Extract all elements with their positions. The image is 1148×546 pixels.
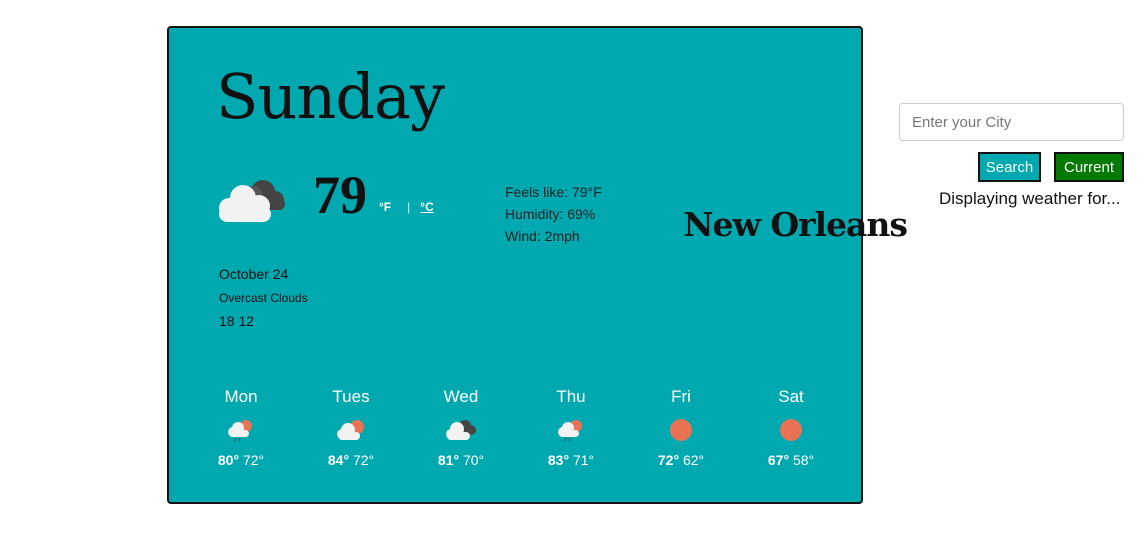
temperature-range: 18 12	[219, 313, 255, 329]
forecast-day-name: Fri	[671, 387, 691, 406]
weather-details: Feels like: 79°F Humidity: 69% Wind: 2mp…	[505, 181, 602, 247]
current-location-button[interactable]: Current	[1054, 152, 1124, 182]
forecast-low: 72°	[242, 452, 265, 468]
overcast-clouds-icon	[446, 420, 476, 440]
partly-cloudy-icon	[337, 420, 364, 440]
forecast-high: 81°	[437, 452, 460, 468]
forecast-day-name: Wed	[443, 387, 479, 406]
forecast-temps: 72° 62°	[626, 452, 736, 468]
forecast-day-name: Sat	[778, 387, 804, 406]
forecast-low: 71°	[572, 452, 595, 468]
forecast-high: 80°	[217, 452, 240, 468]
forecast-high: 83°	[547, 452, 570, 468]
sun-icon	[670, 419, 692, 441]
celsius-link[interactable]: °C	[420, 200, 433, 214]
unit-toggle: °F | °C	[379, 200, 434, 214]
forecast-high: 67°	[767, 452, 790, 468]
weather-card: Sunday 79 °F | °C Feels like: 79°F Humidit…	[167, 26, 863, 504]
forecast-temps: 80° 72°	[186, 452, 296, 468]
current-temperature: 79	[313, 165, 367, 225]
forecast-high: 72°	[657, 452, 680, 468]
forecast-low: 70°	[462, 452, 485, 468]
forecast-day: Fri 72° 62°	[626, 386, 736, 468]
sun-icon	[780, 419, 802, 441]
forecast-day: Tues 84° 72°	[296, 386, 406, 468]
city-search-input[interactable]	[899, 103, 1124, 141]
current-date: October 24	[219, 266, 289, 282]
overcast-clouds-icon	[219, 180, 285, 222]
forecast-low: 72°	[352, 452, 375, 468]
feels-like: Feels like: 79°F	[505, 184, 602, 200]
displaying-label: Displaying weather for...	[939, 189, 1121, 208]
forecast-low: 58°	[792, 452, 815, 468]
forecast-day-name: Mon	[224, 387, 258, 406]
fahrenheit-link[interactable]: °F	[379, 200, 391, 214]
forecast-temps: 83° 71°	[516, 452, 626, 468]
forecast-day: Sat 67° 58°	[736, 386, 846, 468]
forecast-day-name: Thu	[556, 387, 586, 406]
date-block: October 24 Overcast Clouds 18 12	[219, 264, 308, 331]
forecast-day-name: Tues	[332, 387, 370, 406]
wind: Wind: 2mph	[505, 228, 580, 244]
light-rain-icon	[228, 420, 252, 442]
city-name: New Orleans	[683, 205, 908, 244]
forecast-temps: 81° 70°	[406, 452, 516, 468]
weather-description: Overcast Clouds	[219, 291, 308, 305]
forecast-day: Wed 81° 70°	[406, 386, 516, 468]
forecast-row: Mon 80° 72° Tues 84° 72° Wed 81° 70° Thu…	[186, 386, 846, 468]
current-day: Sunday	[216, 60, 445, 133]
light-rain-icon	[558, 420, 582, 442]
forecast-temps: 67° 58°	[736, 452, 846, 468]
forecast-temps: 84° 72°	[296, 452, 406, 468]
forecast-day: Mon 80° 72°	[186, 386, 296, 468]
forecast-low: 62°	[682, 452, 705, 468]
unit-separator: |	[407, 200, 411, 214]
search-button[interactable]: Search	[978, 152, 1041, 182]
forecast-day: Thu 83° 71°	[516, 386, 626, 468]
humidity: Humidity: 69%	[505, 206, 596, 222]
forecast-high: 84°	[327, 452, 350, 468]
